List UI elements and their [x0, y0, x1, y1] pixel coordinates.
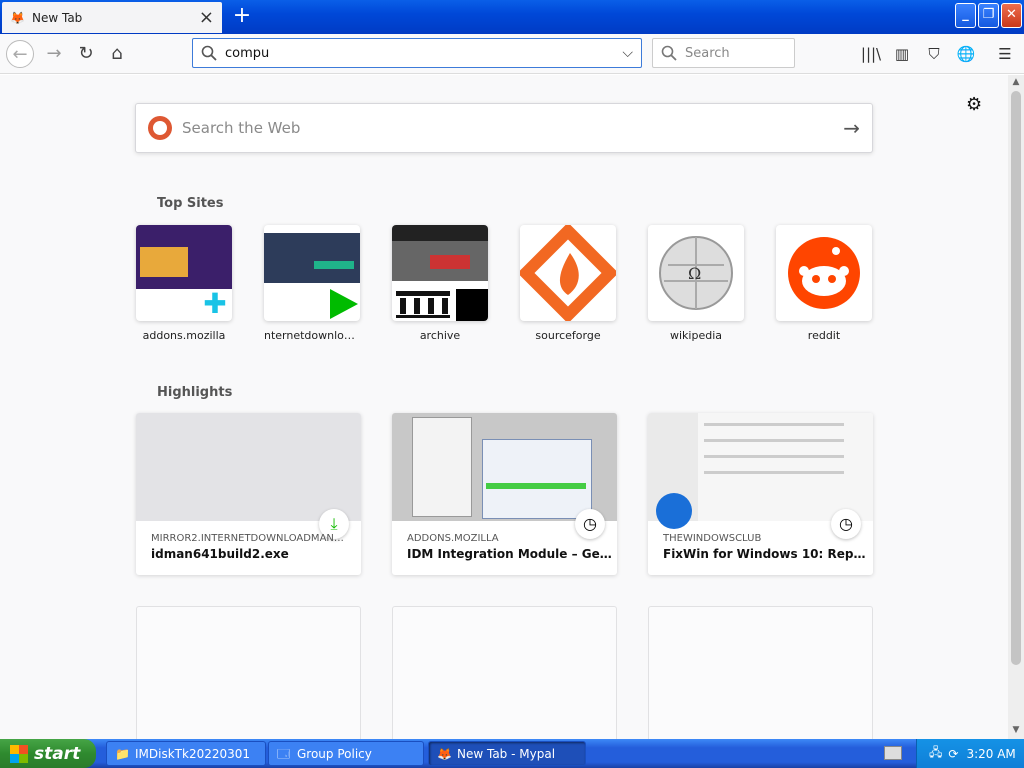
- site-label: sourceforge: [535, 329, 601, 342]
- taskbar: start 📁 IMDiskTk20220301 🗔 Group Policy …: [0, 739, 1024, 768]
- card-source: ADDONS.MOZILLA: [407, 533, 499, 544]
- globe-extension-icon[interactable]: 🌐: [955, 43, 977, 65]
- search-icon: [661, 45, 677, 61]
- sourceforge-logo-icon: [520, 225, 616, 321]
- tray-app-icon[interactable]: ⟳: [948, 747, 958, 761]
- top-site-sourceforge[interactable]: sourceforge: [520, 225, 616, 342]
- site-label: nternetdownload...: [264, 329, 360, 342]
- card-source: THEWINDOWSCLUB: [663, 533, 762, 544]
- card-title: idman641build2.exe: [151, 547, 289, 561]
- card-title: IDM Integration Module – Get t...: [407, 547, 612, 561]
- site-label: wikipedia: [669, 329, 722, 342]
- reload-button[interactable]: ↻: [72, 40, 100, 68]
- card-source: MIRROR2.INTERNETDOWNLOADMANAGE...: [151, 533, 346, 544]
- tab-close-icon[interactable]: ×: [199, 8, 214, 26]
- vertical-scrollbar[interactable]: ▲ ▼: [1008, 75, 1024, 739]
- site-label: archive: [419, 329, 461, 342]
- url-bar[interactable]: compu ⌵: [192, 38, 642, 68]
- highlights-title: Highlights: [157, 385, 233, 400]
- browser-favicon-icon: 🦊: [10, 10, 25, 25]
- maximize-button[interactable]: ❐: [978, 3, 999, 28]
- top-site-internetdownload[interactable]: nternetdownload...: [264, 225, 360, 342]
- close-window-button[interactable]: ✕: [1001, 3, 1022, 28]
- taskbar-item-imdisk[interactable]: 📁 IMDiskTk20220301: [106, 741, 266, 766]
- scrollbar-thumb[interactable]: [1011, 91, 1021, 665]
- search-bar[interactable]: Search: [652, 38, 795, 68]
- task-label: IMDiskTk20220301: [135, 746, 251, 761]
- sidebar-icon[interactable]: ▥: [891, 43, 913, 65]
- idm-arrow-icon: [330, 289, 358, 319]
- highlight-card[interactable]: ⤓ MIRROR2.INTERNETDOWNLOADMANAGE... idma…: [136, 413, 361, 575]
- top-site-archive[interactable]: archive: [392, 225, 488, 342]
- ublock-shield-icon[interactable]: ⛉: [923, 43, 945, 65]
- site-thumbnail: [264, 225, 360, 321]
- scroll-down-icon[interactable]: ▼: [1010, 725, 1022, 737]
- title-bar: 🦊 New Tab × + _ ❐ ✕: [0, 0, 1024, 34]
- home-button[interactable]: ⌂: [103, 40, 131, 68]
- search-input[interactable]: Search: [685, 46, 730, 61]
- site-thumbnail: [392, 225, 488, 321]
- tab-new-tab[interactable]: 🦊 New Tab ×: [2, 2, 222, 33]
- highlight-card[interactable]: ◷ THEWINDOWSCLUB FixWin for Windows 10: …: [648, 413, 873, 575]
- search-icon: [201, 45, 217, 61]
- network-icon[interactable]: 🖧: [929, 743, 942, 764]
- web-search-input[interactable]: Search the Web: [182, 119, 300, 137]
- task-label: New Tab - Mypal: [457, 746, 556, 761]
- url-input[interactable]: compu: [225, 46, 269, 61]
- keyboard-icon[interactable]: [884, 746, 902, 760]
- task-label: Group Policy: [297, 746, 372, 761]
- top-site-addons[interactable]: ✚ addons.mozilla: [136, 225, 232, 342]
- wikipedia-globe-icon: Ω: [659, 236, 733, 310]
- site-thumbnail: [776, 225, 872, 321]
- policy-icon: 🗔: [277, 746, 291, 761]
- gear-icon[interactable]: ⚙: [966, 94, 982, 115]
- new-tab-page: ⚙ Search the Web → Top Sites ✚ addons.mo…: [0, 75, 1008, 739]
- svg-text:Ω: Ω: [688, 264, 701, 283]
- minimize-button[interactable]: _: [955, 3, 976, 28]
- tab-title: New Tab: [32, 10, 83, 25]
- card-preview: [136, 413, 361, 521]
- start-label: start: [34, 743, 81, 764]
- back-button[interactable]: ←: [6, 40, 34, 68]
- chevron-down-icon[interactable]: ⌵: [622, 45, 633, 61]
- nav-toolbar: ← → ↻ ⌂ compu ⌵ Search |||\ ▥ ⛉ 🌐 ☰: [0, 34, 1024, 74]
- empty-highlight-slot: [136, 606, 361, 739]
- archive-building-icon: [396, 291, 450, 318]
- scroll-up-icon[interactable]: ▲: [1010, 77, 1022, 89]
- arrow-right-icon[interactable]: →: [843, 116, 860, 140]
- reddit-logo-icon: [788, 237, 860, 309]
- highlight-card[interactable]: ◷ ADDONS.MOZILLA IDM Integration Module …: [392, 413, 617, 575]
- empty-highlight-slot: [648, 606, 873, 739]
- start-button[interactable]: start: [0, 739, 96, 768]
- windows-logo-icon: [10, 744, 28, 763]
- puzzle-icon: ✚: [203, 287, 227, 320]
- card-title: FixWin for Windows 10: Repair p...: [663, 547, 868, 561]
- menu-icon[interactable]: ☰: [994, 43, 1016, 65]
- clock: 3:20 AM: [966, 746, 1016, 761]
- site-thumbnail: Ω: [648, 225, 744, 321]
- card-preview: [648, 413, 873, 529]
- top-site-reddit[interactable]: reddit: [776, 225, 872, 342]
- system-tray: 🖧 ⟳ 3:20 AM: [916, 739, 1024, 768]
- site-label: addons.mozilla: [142, 329, 226, 342]
- duckduckgo-logo-icon: [148, 116, 172, 140]
- top-site-wikipedia[interactable]: Ω wikipedia: [648, 225, 744, 342]
- browser-favicon-icon: 🦊: [437, 746, 452, 761]
- card-preview: [392, 413, 617, 521]
- top-sites-title: Top Sites: [157, 196, 224, 211]
- taskbar-item-mypal[interactable]: 🦊 New Tab - Mypal: [428, 741, 586, 766]
- site-label: reddit: [807, 329, 841, 342]
- library-icon[interactable]: |||\: [860, 43, 882, 65]
- forward-button[interactable]: →: [40, 40, 68, 68]
- site-thumbnail: [520, 225, 616, 321]
- folder-icon: 📁: [115, 746, 130, 761]
- empty-highlight-slot: [392, 606, 617, 739]
- web-search-box[interactable]: Search the Web →: [135, 103, 873, 153]
- site-thumbnail: ✚: [136, 225, 232, 321]
- new-tab-button[interactable]: +: [230, 3, 254, 29]
- taskbar-item-group-policy[interactable]: 🗔 Group Policy: [268, 741, 424, 766]
